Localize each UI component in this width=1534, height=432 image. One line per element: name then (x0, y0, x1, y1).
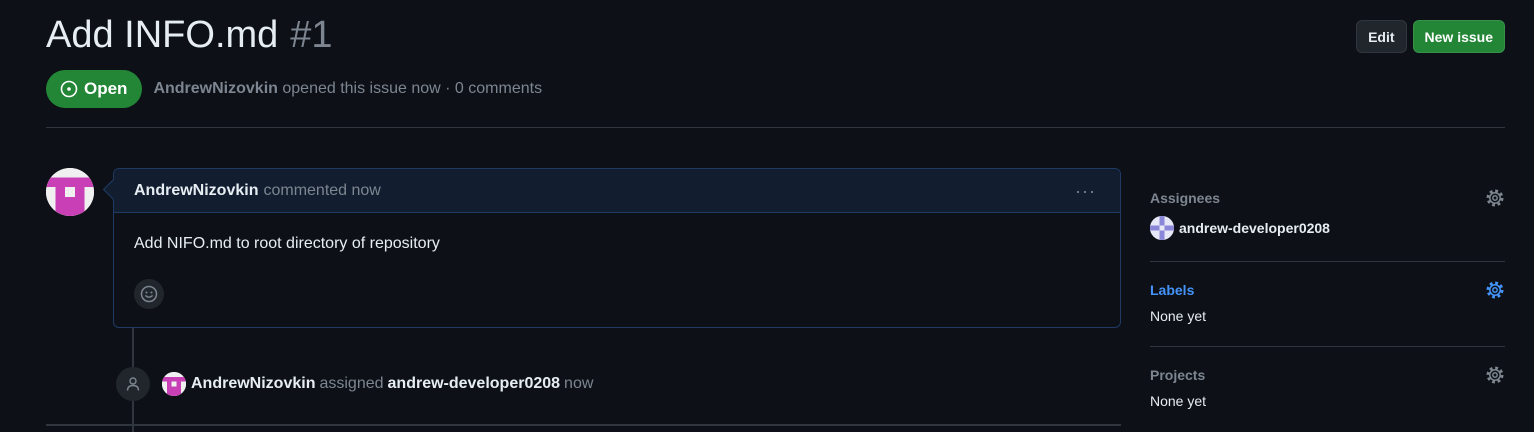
kebab-icon[interactable]: ··· (1075, 181, 1096, 202)
gear-icon[interactable] (1485, 280, 1505, 300)
avatar[interactable] (46, 168, 94, 216)
sidebar-assignees: Assignees andrew-developer0208 (1150, 180, 1505, 262)
issue-sidebar: Assignees andrew-developer0208 Labels No… (1150, 180, 1505, 431)
assignees-heading: Assignees (1150, 190, 1221, 206)
smiley-icon (140, 285, 158, 303)
event-target-link[interactable]: andrew-developer0208 (388, 375, 561, 393)
sidebar-labels: Labels None yet (1150, 262, 1505, 347)
avatar[interactable] (162, 372, 186, 396)
header-divider (46, 127, 1505, 128)
comment-timestamp[interactable]: commented now (263, 182, 380, 200)
issue-title-row: Add INFO.md #1 (46, 14, 333, 57)
issue-author-link[interactable]: AndrewNizovkin (153, 80, 277, 97)
labels-value: None yet (1150, 308, 1207, 324)
issue-meta: Open AndrewNizovkin opened this issue no… (46, 70, 542, 108)
comment-author-link[interactable]: AndrewNizovkin (134, 182, 258, 200)
status-badge: Open (46, 70, 143, 108)
timeline-event: AndrewNizovkin assigned andrew-developer… (162, 372, 597, 396)
assignee-item[interactable]: andrew-developer0208 (1150, 216, 1505, 261)
issue-opened-text: opened this issue now · 0 comments (282, 80, 543, 97)
person-icon (126, 377, 140, 391)
issue-open-icon (60, 80, 78, 98)
gear-icon[interactable] (1485, 188, 1505, 208)
edit-button[interactable]: Edit (1356, 20, 1407, 53)
new-issue-button[interactable]: New issue (1412, 20, 1505, 53)
status-label: Open (84, 79, 128, 98)
event-badge (116, 367, 150, 401)
gear-icon[interactable] (1485, 365, 1505, 385)
add-reaction-button[interactable] (134, 279, 164, 309)
comment-box: AndrewNizovkin commented now ··· Add NIF… (113, 168, 1121, 328)
projects-value: None yet (1150, 393, 1207, 409)
comment-header: AndrewNizovkin commented now ··· (114, 169, 1120, 213)
event-action: assigned (319, 375, 384, 392)
issue-number: #1 (290, 14, 333, 56)
event-actor-link[interactable]: AndrewNizovkin (191, 375, 315, 393)
issue-meta-text: AndrewNizovkin opened this issue now · 0… (153, 80, 542, 98)
sidebar-projects: Projects None yet (1150, 347, 1505, 431)
timeline-divider (46, 424, 1121, 426)
comment-body: Add NIFO.md to root directory of reposit… (134, 235, 440, 252)
header-actions: Edit New issue (1356, 20, 1505, 53)
assignee-name: andrew-developer0208 (1179, 220, 1330, 236)
labels-heading: Labels (1150, 282, 1195, 298)
issue-title: Add INFO.md (46, 14, 279, 56)
event-timestamp[interactable]: now (564, 375, 593, 393)
avatar (1150, 216, 1174, 240)
projects-heading: Projects (1150, 367, 1206, 383)
